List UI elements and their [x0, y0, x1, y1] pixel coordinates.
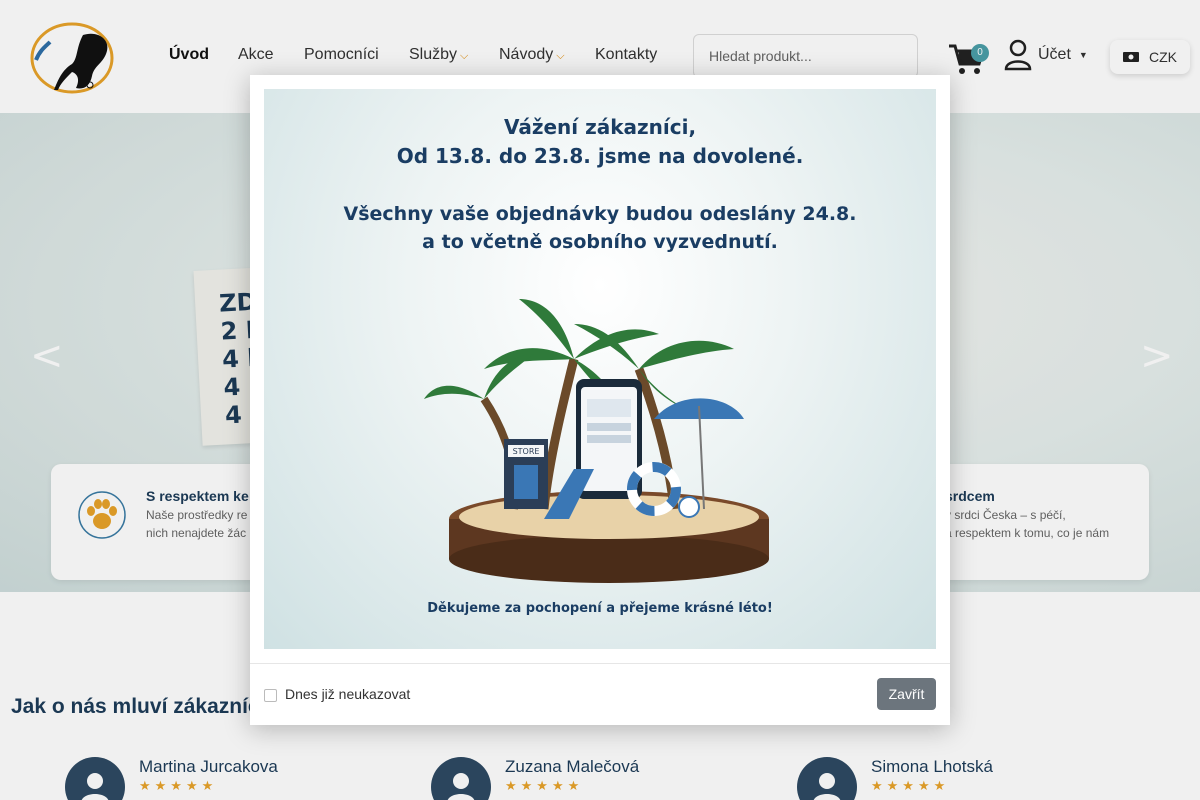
banner-dates: Od 13.8. do 23.8. jsme na dovolené.	[396, 144, 804, 168]
dont-show-label: Dnes již neukazovat	[285, 685, 411, 702]
dont-show-today-checkbox[interactable]: Dnes již neukazovat	[264, 685, 410, 702]
island-illustration: STORE	[424, 299, 769, 583]
vacation-notice-modal: Vážení zákazníci, Od 13.8. do 23.8. jsme…	[250, 75, 950, 725]
modal-divider	[250, 663, 950, 664]
vacation-banner-image: Vážení zákazníci, Od 13.8. do 23.8. jsme…	[264, 89, 936, 649]
banner-pickup: a to včetně osobního vyzvednutí.	[422, 231, 778, 253]
close-button[interactable]: Zavřít	[877, 678, 936, 710]
checkbox-box[interactable]	[264, 689, 277, 702]
banner-thanks: Děkujeme za pochopení a přejeme krásné l…	[427, 601, 773, 616]
banner-greeting: Vážení zákazníci,	[503, 115, 697, 139]
store-label: STORE	[513, 447, 540, 456]
banner-shipping: Všechny vaše objednávky budou odeslány 2…	[343, 203, 857, 225]
